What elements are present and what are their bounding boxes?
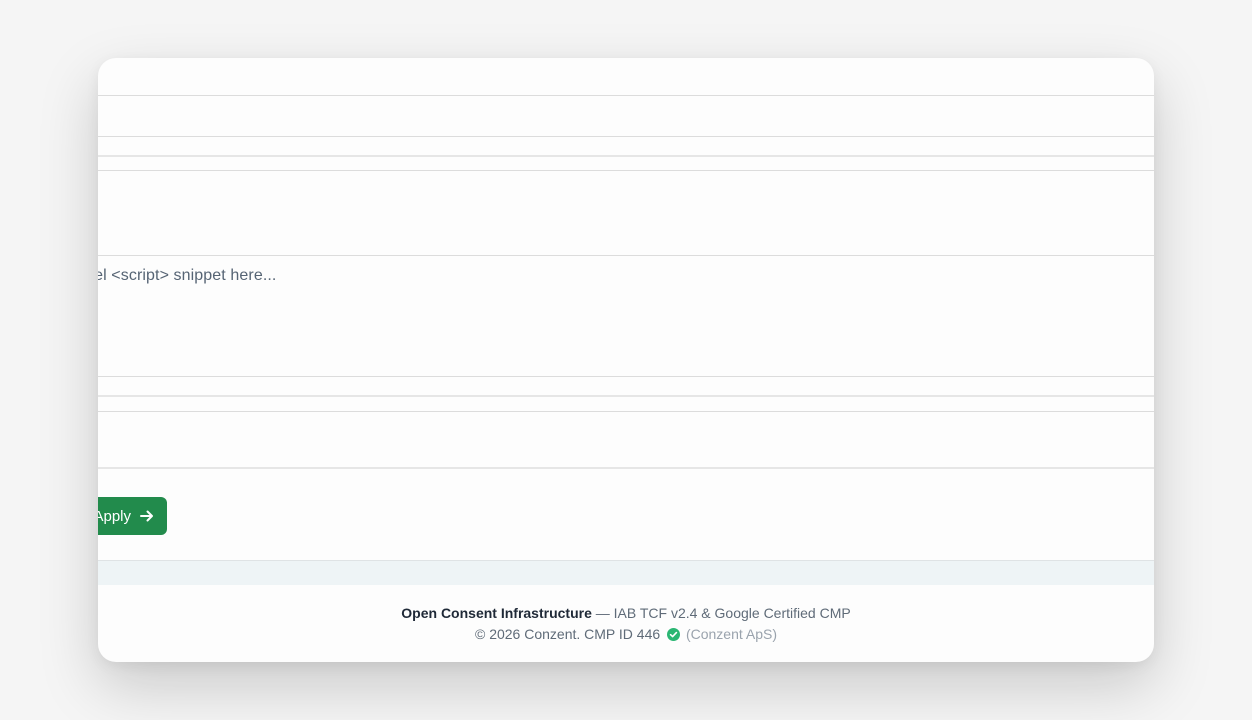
divider [98, 411, 1154, 412]
footer-copyright: © 2026 Conzent. CMP ID 446 [474, 626, 661, 642]
divider [98, 170, 1154, 171]
pixel-script-placeholder: xel <script> snippet here... [98, 267, 277, 284]
arrow-right-icon [139, 508, 155, 524]
check-circle-icon [667, 628, 681, 641]
footer-company: (Conzent ApS) [685, 626, 777, 642]
divider [98, 395, 1154, 397]
consent-form-card: xel <script> snippet here... Apply Open … [98, 58, 1154, 662]
apply-button-label: Apply [98, 507, 131, 525]
footer-line-brand: Open Consent Infrastructure — IAB TCF v2… [98, 605, 1154, 621]
divider [98, 467, 1154, 469]
apply-button[interactable]: Apply [98, 497, 167, 535]
footer-band [98, 560, 1154, 585]
footer-line-copyright: © 2026 Conzent. CMP ID 446 (Conzent ApS) [98, 626, 1154, 642]
divider [98, 376, 1154, 377]
pixel-script-textarea[interactable]: xel <script> snippet here... [98, 256, 1142, 376]
divider [98, 155, 1154, 157]
divider [98, 95, 1154, 96]
footer-brand: Open Consent Infrastructure [401, 605, 592, 621]
footer: Open Consent Infrastructure — IAB TCF v2… [98, 584, 1154, 662]
divider [98, 136, 1154, 137]
footer-tagline: — IAB TCF v2.4 & Google Certified CMP [591, 605, 851, 621]
